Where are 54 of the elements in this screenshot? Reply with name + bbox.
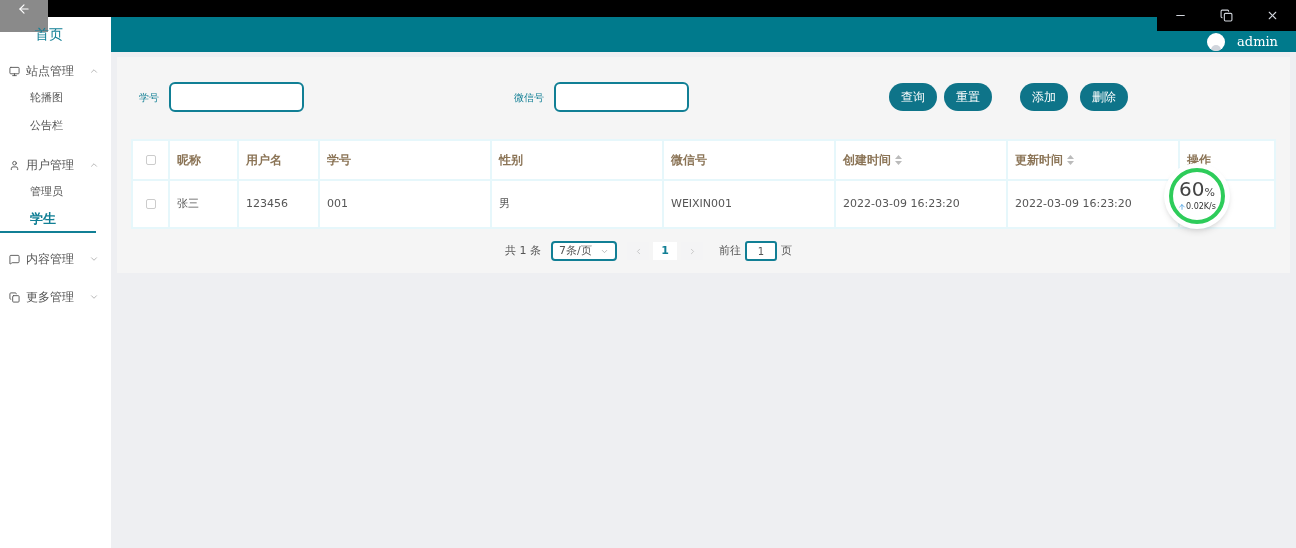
field-label: 微信号 [514, 90, 544, 105]
column-header[interactable]: 更新时间 [1007, 140, 1179, 180]
chevron-down-icon [89, 254, 99, 264]
action-button[interactable]: 添加 [1020, 83, 1068, 111]
action-button[interactable]: 重置 [944, 83, 992, 111]
row-checkbox[interactable] [145, 199, 156, 209]
percent-reading: 60% [1179, 179, 1215, 199]
username[interactable]: admin [1237, 33, 1278, 51]
table-cell: 001 [319, 180, 491, 228]
page-size-select[interactable]: 7条/页 [551, 241, 617, 261]
page-number[interactable]: 1 [653, 242, 677, 260]
menu-group[interactable]: 更多管理 [0, 285, 111, 309]
copy-icon [9, 291, 20, 303]
home-link[interactable]: 首页 [34, 24, 63, 45]
chevron-up-icon [89, 160, 99, 170]
column-header[interactable]: 创建时间 [835, 140, 1007, 180]
goto-label: 前往 [719, 242, 741, 259]
column-header: 微信号 [663, 140, 835, 180]
goto-page-field[interactable]: 1 [745, 241, 777, 261]
sort-icon[interactable] [1067, 155, 1074, 165]
table-cell: 2022-03-09 16:23:20 [835, 180, 1007, 228]
table-cell: 123456 [238, 180, 319, 228]
total-count: 共 1 条 [505, 242, 541, 259]
action-button[interactable]: 查询 [889, 83, 937, 111]
menu-group[interactable]: 用户管理 [0, 153, 111, 177]
speed-reading: 0.02K/s [1186, 201, 1216, 213]
chevron-down-icon [89, 292, 99, 302]
search-field[interactable] [169, 82, 304, 112]
column-header: 性别 [491, 140, 663, 180]
menu-item[interactable]: 学生 [0, 207, 96, 233]
user-icon [9, 159, 20, 171]
page-suffix: 页 [781, 242, 792, 259]
sort-icon[interactable] [895, 155, 902, 165]
avatar[interactable] [1207, 33, 1226, 51]
search-field[interactable] [554, 82, 689, 112]
restore-icon[interactable] [1220, 9, 1233, 22]
table-cell: 男 [491, 180, 663, 228]
column-header: 用户名 [238, 140, 319, 180]
message-icon [9, 253, 20, 265]
column-header: 昵称 [169, 140, 238, 180]
table-cell: WEIXIN001 [663, 180, 835, 228]
action-button[interactable]: 删除 [1080, 83, 1128, 111]
chevron-up-icon [89, 66, 99, 76]
menu-group[interactable]: 内容管理 [0, 247, 111, 271]
menu-group[interactable]: 站点管理 [0, 59, 111, 83]
menu-item[interactable]: 公告栏 [0, 113, 111, 139]
upload-arrow-icon [1178, 203, 1187, 211]
column-header: 学号 [319, 140, 491, 180]
field-label: 学号 [139, 90, 159, 105]
menu-item[interactable]: 管理员 [0, 179, 111, 205]
monitor-icon [9, 65, 20, 77]
select-all-checkbox[interactable] [145, 155, 156, 165]
table-cell: 张三 [169, 180, 238, 228]
menu-item[interactable]: 轮播图 [0, 85, 111, 111]
